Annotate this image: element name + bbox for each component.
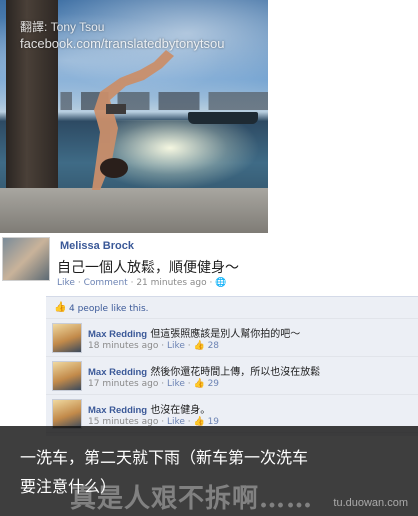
avatar[interactable] — [52, 361, 82, 391]
post-timestamp[interactable]: 21 minutes ago — [136, 278, 206, 288]
comment-item: Max Redding 然後你還花時間上傳，所以也沒在放鬆 17 minutes… — [46, 357, 418, 395]
comment-author[interactable]: Max Redding — [88, 405, 147, 416]
post-text: 自己一個人放鬆，順便健身～ — [57, 260, 239, 276]
comments-box: 👍 4 people like this. Max Redding 但這張照應該… — [46, 296, 418, 436]
site-watermark: tu.duowan.com — [333, 497, 408, 509]
avatar[interactable] — [52, 399, 82, 429]
avatar[interactable] — [52, 323, 82, 353]
meta-separator: · — [77, 278, 81, 288]
comment-like-count[interactable]: 29 — [208, 379, 219, 389]
yoga-figure — [92, 50, 174, 190]
comment-text: 也沒在健身。 — [150, 405, 211, 416]
comment-like-count[interactable]: 28 — [208, 341, 219, 351]
comment-timestamp[interactable]: 18 minutes ago — [88, 341, 158, 351]
comment-author[interactable]: Max Redding — [88, 367, 147, 378]
watermark-url: facebook.com/translatedbytonytsou — [20, 36, 225, 51]
thumbs-up-icon: 👍 — [54, 302, 67, 313]
comment-author[interactable]: Max Redding — [88, 329, 147, 340]
comment-link[interactable]: Comment — [84, 278, 128, 288]
likes-count-link[interactable]: 4 people like this. — [69, 304, 149, 314]
comment-like-link[interactable]: Like — [167, 341, 185, 351]
like-link[interactable]: Like — [57, 278, 75, 288]
boat — [188, 112, 258, 124]
comment-text: 但這張照應該是別人幫你拍的吧～ — [150, 329, 301, 340]
watermark-translator: 翻譯: Tony Tsou — [20, 20, 105, 34]
comment-like-link[interactable]: Like — [167, 379, 185, 389]
avatar[interactable] — [2, 237, 50, 281]
comment-text: 然後你還花時間上傳，所以也沒在放鬆 — [150, 367, 321, 378]
likes-summary: 👍 4 people like this. — [46, 297, 418, 319]
post-author[interactable]: Melissa Brock — [60, 240, 134, 252]
thumbs-up-icon: 👍 — [193, 379, 205, 389]
post-meta: Like · Comment · 21 minutes ago · 🌐 — [57, 278, 227, 288]
comment-item: Max Redding 但這張照應該是別人幫你拍的吧～ 18 minutes a… — [46, 319, 418, 357]
meta-separator: · — [209, 278, 213, 288]
post-photo[interactable]: 翻譯: Tony Tsou facebook.com/translatedbyt… — [0, 0, 268, 233]
meta-separator: · — [130, 278, 134, 288]
caption-line-1: 一洗车，第二天就下雨（新车第一次洗车 — [20, 448, 309, 467]
thumbs-up-icon: 👍 — [193, 341, 205, 351]
caption-overlay: 真是人艰不拆啊…… 一洗车，第二天就下雨（新车第一次洗车 要注意什么） tu.d… — [0, 426, 418, 516]
caption-line-2: 要注意什么） — [20, 477, 117, 496]
comment-timestamp[interactable]: 17 minutes ago — [88, 379, 158, 389]
globe-icon: 🌐 — [215, 278, 227, 288]
